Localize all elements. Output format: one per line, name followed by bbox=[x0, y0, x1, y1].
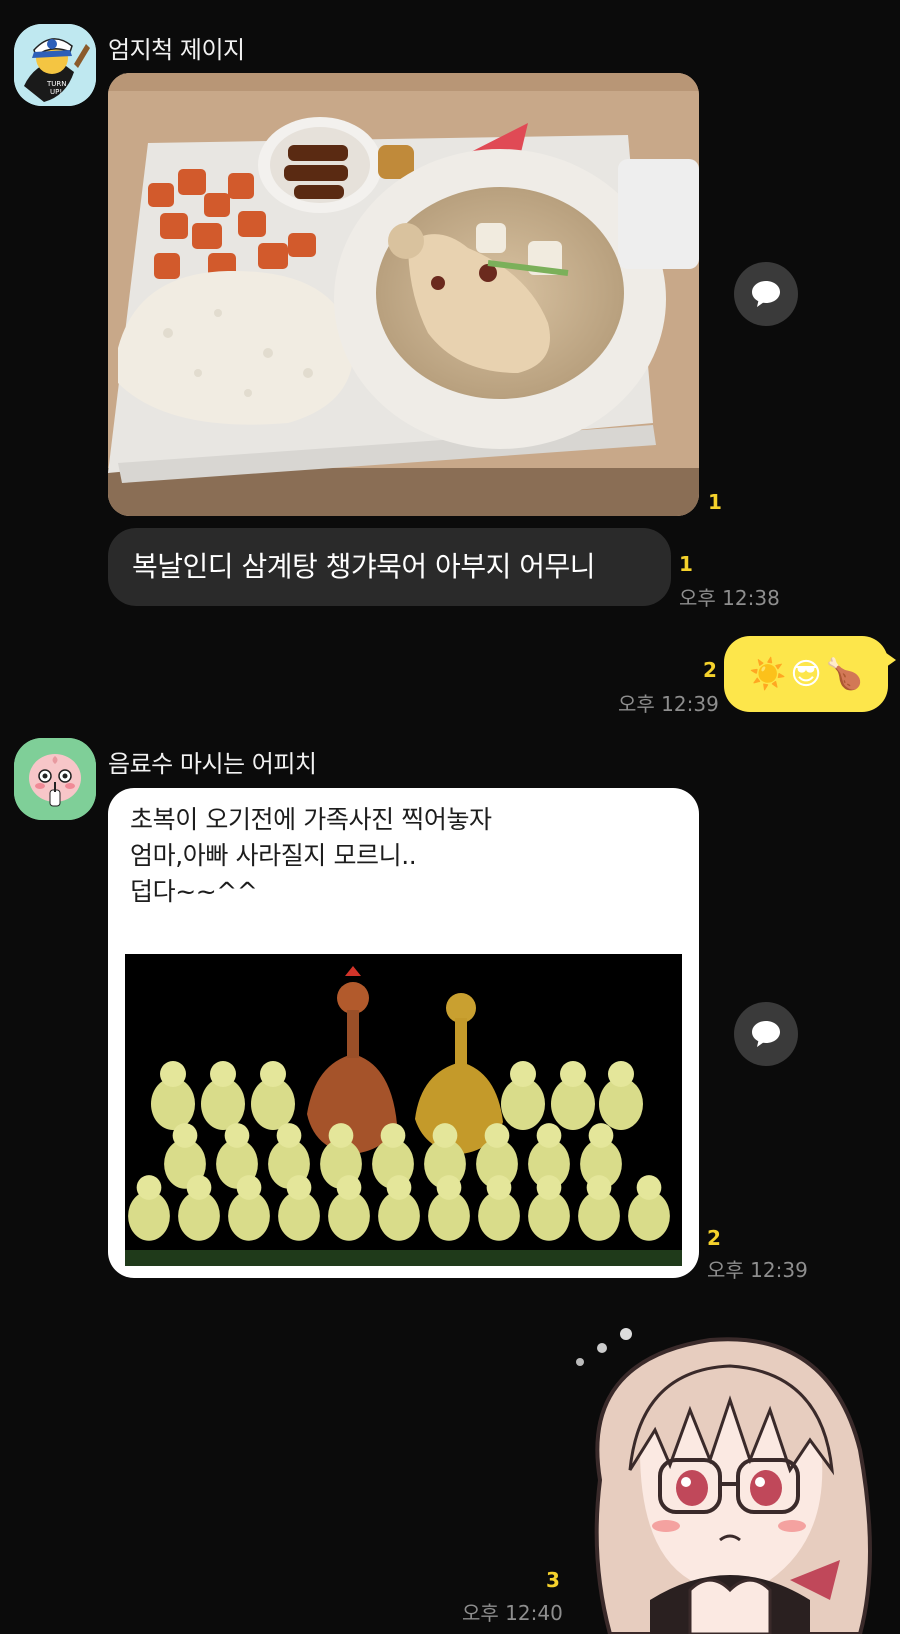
message-time: 오후 12:39 bbox=[707, 1258, 808, 1282]
unread-count: 2 bbox=[703, 658, 717, 682]
chicken-leg-emoji: 🍗 bbox=[825, 656, 863, 692]
unread-count: 3 bbox=[546, 1568, 560, 1592]
sender-name: 엄지척 제이지 bbox=[108, 36, 245, 64]
message-line: 초복이 오기전에 가족사진 찍어놓자 bbox=[130, 805, 492, 834]
message-line: 덥다~~^^ bbox=[130, 877, 258, 906]
message-line: 엄마,아빠 사라질지 모르니.. bbox=[130, 841, 417, 870]
share-button[interactable] bbox=[734, 262, 798, 326]
message-time: 오후 12:39 bbox=[618, 692, 719, 716]
sender-avatar-jayz[interactable]: TURN UP! bbox=[14, 24, 96, 106]
speech-bubble-icon bbox=[752, 1021, 780, 1047]
message-bubble-with-photo[interactable]: 초복이 오기전에 가족사진 찍어놓자 엄마,아빠 사라질지 모르니.. 덥다~~… bbox=[108, 788, 699, 1278]
unread-count: 1 bbox=[708, 490, 722, 514]
sun-emoji: ☀️ bbox=[749, 656, 787, 692]
bubble-tail bbox=[882, 650, 896, 670]
sticker-image bbox=[576, 1328, 872, 1634]
speech-bubble-icon bbox=[752, 281, 780, 307]
sender-name: 음료수 마시는 어피치 bbox=[108, 750, 317, 778]
share-button[interactable] bbox=[734, 1002, 798, 1066]
photo-samgyetang-meal[interactable] bbox=[108, 73, 699, 516]
svg-text:UP!: UP! bbox=[50, 88, 62, 96]
unread-count: 1 bbox=[679, 552, 693, 576]
sender-avatar-apeach[interactable] bbox=[14, 738, 96, 820]
anime-girl-with-glasses-sticker[interactable] bbox=[560, 1300, 900, 1634]
message-text: 초복이 오기전에 가족사진 찍어놓자 엄마,아빠 사라질지 모르니.. 덥다~~… bbox=[130, 802, 492, 910]
photo-image bbox=[125, 954, 682, 1266]
message-time: 오후 12:38 bbox=[679, 586, 780, 610]
my-emoji-bubble[interactable]: ☀️ 😎 🍗 bbox=[724, 636, 896, 712]
photo-image bbox=[108, 73, 699, 516]
cool-face-emoji: 😎 bbox=[790, 656, 822, 692]
apeach-avatar-icon bbox=[14, 738, 96, 820]
svg-text:TURN: TURN bbox=[46, 80, 67, 88]
cartoon-avatar-icon: TURN UP! bbox=[14, 24, 96, 106]
chicken-family-photo[interactable] bbox=[125, 954, 682, 1266]
message-bubble[interactable]: 복날인디 삼계탕 챙갸묵어 아부지 어무니 bbox=[108, 528, 671, 606]
unread-count: 2 bbox=[707, 1226, 721, 1250]
message-time: 오후 12:40 bbox=[462, 1601, 563, 1625]
